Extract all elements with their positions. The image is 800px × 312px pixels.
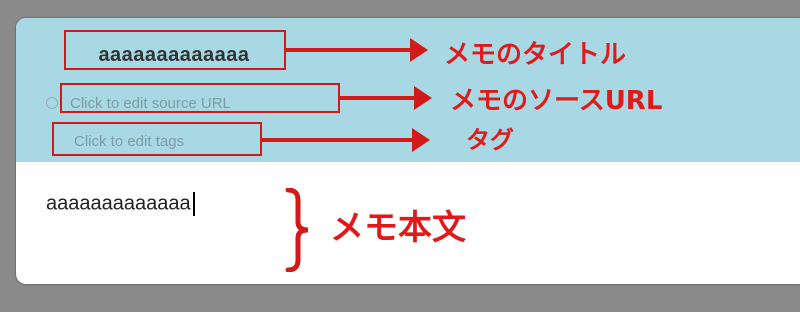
tags-annotation: タグ (466, 126, 514, 154)
body-brace (285, 188, 309, 272)
tags-arrow-head (412, 128, 430, 152)
tags-arrow-line (262, 138, 412, 142)
note-body-content: aaaaaaaaaaaaa (46, 192, 191, 215)
source-annotation: メモのソースURL (450, 86, 663, 116)
globe-icon (46, 97, 58, 109)
body-annotation: メモ本文 (330, 208, 466, 248)
text-cursor (192, 192, 195, 216)
title-arrow-line (286, 48, 410, 52)
tags-highlight-box (52, 122, 262, 156)
note-body-text[interactable]: aaaaaaaaaaaaa (46, 192, 195, 216)
title-highlight-box (64, 30, 286, 70)
source-arrow-line (340, 96, 414, 100)
title-annotation: メモのタイトル (444, 40, 627, 70)
source-arrow-head (414, 86, 432, 110)
title-arrow-head (410, 38, 428, 62)
source-highlight-box (60, 83, 340, 113)
